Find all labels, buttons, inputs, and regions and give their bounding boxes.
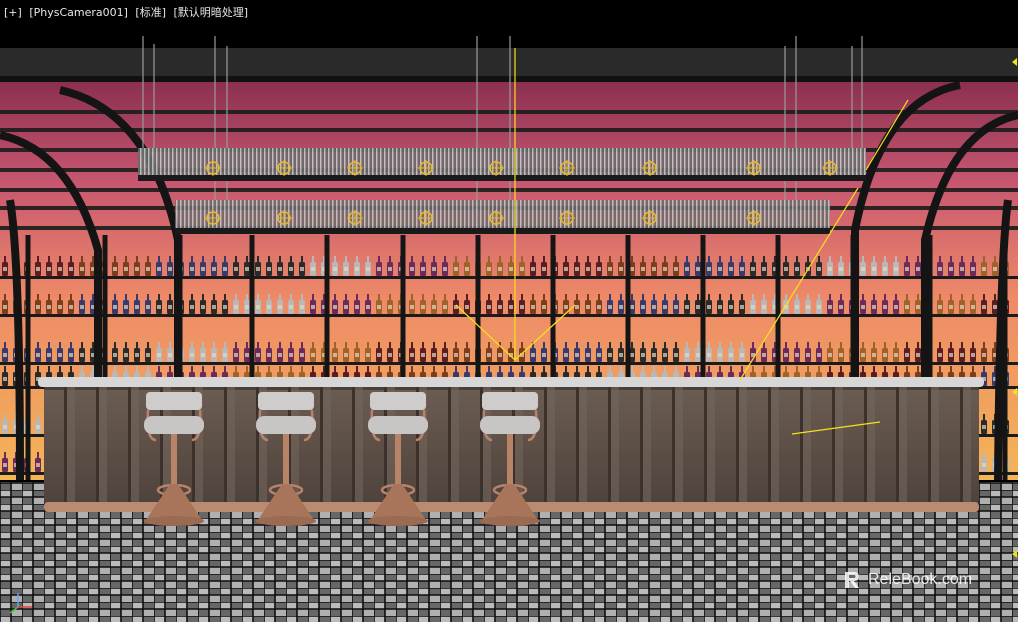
shelf-board: [0, 314, 1018, 317]
shelf-board: [0, 276, 1018, 279]
axis-gizmo-icon: [9, 593, 32, 614]
scene-render[interactable]: [0, 0, 1018, 622]
viewport-menu-plus[interactable]: [+]: [4, 6, 22, 19]
viewport-edge-markers: [1012, 58, 1017, 558]
viewport-camera-label[interactable]: [PhysCamera001]: [29, 6, 128, 19]
watermark-text: ReleBook.com: [868, 571, 973, 588]
viewport-label[interactable]: [+] [PhysCamera001] [标准] [默认明暗处理]: [4, 4, 252, 20]
ceiling-beam: [0, 48, 1018, 78]
viewport-lighting-label[interactable]: [默认明暗处理]: [174, 6, 249, 19]
viewport-shading-label[interactable]: [标准]: [135, 6, 166, 19]
relebook-logo-icon: [845, 572, 859, 588]
watermark: ReleBook.com: [842, 568, 972, 592]
shelf-board: [0, 362, 1018, 365]
lamp-rack-upper: [138, 148, 866, 181]
max-viewport[interactable]: [+] [PhysCamera001] [标准] [默认明暗处理] ReleBo…: [0, 0, 1018, 622]
